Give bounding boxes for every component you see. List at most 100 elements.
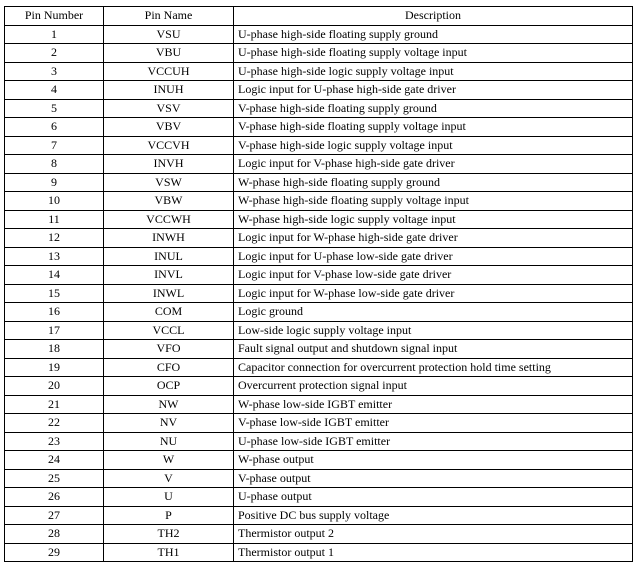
pin-name-cell: NW	[103, 394, 234, 414]
table-row: 17 VCCL Low-side logic supply voltage inpu…	[4, 320, 633, 340]
table-row: 19 CFO Capacitor connection for overcurren…	[4, 357, 633, 377]
pin-number-cell: 3	[4, 61, 104, 81]
table-row: 9 VSW W-phase high-side floating supply gr…	[4, 172, 633, 192]
description-cell: Logic ground	[233, 302, 633, 322]
description-cell: Logic input for V-phase high-side gate d…	[233, 154, 633, 174]
description-cell: U-phase low-side IGBT emitter	[233, 431, 633, 451]
table-row: 15 INWL Logic input for W-phase low-side g…	[4, 283, 633, 303]
pin-name-cell: CFO	[103, 357, 234, 377]
pin-number-cell: 7	[4, 135, 104, 155]
pin-number-cell: 24	[4, 450, 104, 470]
pin-name-cell: VCCL	[103, 320, 234, 340]
pin-number-cell: 9	[4, 172, 104, 192]
description-cell: U-phase high-side floating supply ground	[233, 24, 633, 44]
pin-number-cell: 10	[4, 191, 104, 211]
pin-name-cell: V	[103, 468, 234, 488]
table-row: 3 VCCUH U-phase high-side logic supply vol…	[4, 61, 633, 81]
description-cell: Capacitor connection for overcurrent pro…	[233, 357, 633, 377]
table-row: 22 NV V-phase low-side IGBT emitter	[4, 413, 633, 433]
pin-number-cell: 8	[4, 154, 104, 174]
pin-number-cell: 2	[4, 43, 104, 63]
pin-name-cell: INVH	[103, 154, 234, 174]
pin-number-cell: 12	[4, 228, 104, 248]
pin-name-cell: INUH	[103, 80, 234, 100]
pin-name-cell: NV	[103, 413, 234, 433]
pin-name-cell: VCCUH	[103, 61, 234, 81]
pin-number-cell: 23	[4, 431, 104, 451]
description-cell: Fault signal output and shutdown signal …	[233, 339, 633, 359]
description-cell: W-phase output	[233, 450, 633, 470]
pin-number-cell: 25	[4, 468, 104, 488]
pin-name-cell: VSW	[103, 172, 234, 192]
pin-description-table: Pin Number Pin Name Description 1 VSU U-ph…	[4, 6, 633, 562]
description-cell: U-phase output	[233, 487, 633, 507]
description-cell: V-phase low-side IGBT emitter	[233, 413, 633, 433]
pin-name-cell: COM	[103, 302, 234, 322]
table-row: 29 TH1 Thermistor output 1	[4, 542, 633, 562]
pin-name-cell: VBV	[103, 117, 234, 137]
description-cell: Overcurrent protection signal input	[233, 376, 633, 396]
description-cell: Logic input for U-phase low-side gate dr…	[233, 246, 633, 266]
table-row: 28 TH2 Thermistor output 2	[4, 524, 633, 544]
table-row: 4 INUH Logic input for U-phase high-side g…	[4, 80, 633, 100]
pin-number-cell: 29	[4, 542, 104, 562]
pin-number-cell: 14	[4, 265, 104, 285]
table-row: 11 VCCWH W-phase high-side logic supply vo…	[4, 209, 633, 229]
pin-number-cell: 17	[4, 320, 104, 340]
description-cell: U-phase high-side logic supply voltage i…	[233, 61, 633, 81]
table-row: 8 INVH Logic input for V-phase high-side g…	[4, 154, 633, 174]
table-row: 5 VSV V-phase high-side floating supply gr…	[4, 98, 633, 118]
header-pin-name: Pin Name	[103, 6, 234, 26]
description-cell: Thermistor output 2	[233, 524, 633, 544]
table-row: 6 VBV V-phase high-side floating supply vo…	[4, 117, 633, 137]
description-cell: V-phase output	[233, 468, 633, 488]
pin-number-cell: 13	[4, 246, 104, 266]
table-row: 14 INVL Logic input for V-phase low-side g…	[4, 265, 633, 285]
table-row: 24 W W-phase output	[4, 450, 633, 470]
description-cell: V-phase high-side logic supply voltage i…	[233, 135, 633, 155]
description-cell: W-phase high-side logic supply voltage i…	[233, 209, 633, 229]
pin-number-cell: 20	[4, 376, 104, 396]
pin-number-cell: 16	[4, 302, 104, 322]
header-row: Pin Number Pin Name Description	[4, 6, 633, 26]
description-cell: Thermistor output 1	[233, 542, 633, 562]
description-cell: Logic input for W-phase high-side gate d…	[233, 228, 633, 248]
description-cell: Logic input for W-phase low-side gate dr…	[233, 283, 633, 303]
header-description: Description	[233, 6, 633, 26]
pin-number-cell: 26	[4, 487, 104, 507]
description-cell: W-phase high-side floating supply voltag…	[233, 191, 633, 211]
pin-name-cell: U	[103, 487, 234, 507]
pin-name-cell: VSV	[103, 98, 234, 118]
table-row: 18 VFO Fault signal output and shutdown si…	[4, 339, 633, 359]
pin-name-cell: INVL	[103, 265, 234, 285]
pin-name-cell: NU	[103, 431, 234, 451]
pin-name-cell: VCCWH	[103, 209, 234, 229]
pin-name-cell: TH2	[103, 524, 234, 544]
description-cell: W-phase high-side floating supply ground	[233, 172, 633, 192]
pin-name-cell: INWL	[103, 283, 234, 303]
pin-number-cell: 1	[4, 24, 104, 44]
description-cell: Positive DC bus supply voltage	[233, 505, 633, 525]
pin-name-cell: INWH	[103, 228, 234, 248]
table-row: 26 U U-phase output	[4, 487, 633, 507]
table-row: 16 COM Logic ground	[4, 302, 633, 322]
pin-name-cell: VBW	[103, 191, 234, 211]
pin-number-cell: 4	[4, 80, 104, 100]
description-cell: U-phase high-side floating supply voltag…	[233, 43, 633, 63]
pin-number-cell: 11	[4, 209, 104, 229]
description-cell: V-phase high-side floating supply voltag…	[233, 117, 633, 137]
pin-number-cell: 22	[4, 413, 104, 433]
pin-name-cell: P	[103, 505, 234, 525]
pin-number-cell: 18	[4, 339, 104, 359]
header-pin-number: Pin Number	[4, 6, 104, 26]
table-row: 2 VBU U-phase high-side floating supply vo…	[4, 43, 633, 63]
pin-number-cell: 6	[4, 117, 104, 137]
table-row: 10 VBW W-phase high-side floating supply v…	[4, 191, 633, 211]
table-row: 7 VCCVH V-phase high-side logic supply vol…	[4, 135, 633, 155]
table-row: 23 NU U-phase low-side IGBT emitter	[4, 431, 633, 451]
pin-name-cell: OCP	[103, 376, 234, 396]
table-row: 21 NW W-phase low-side IGBT emitter	[4, 394, 633, 414]
description-cell: Low-side logic supply voltage input	[233, 320, 633, 340]
pin-name-cell: VCCVH	[103, 135, 234, 155]
pin-number-cell: 21	[4, 394, 104, 414]
